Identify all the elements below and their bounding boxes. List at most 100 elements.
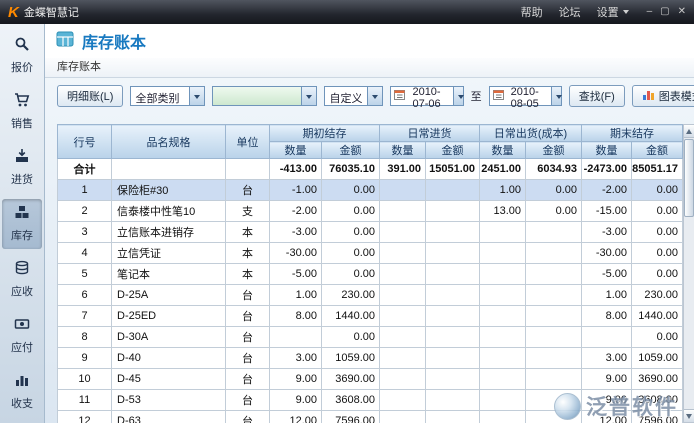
row-no-cell: 9 (58, 348, 112, 369)
row-no-cell: 12 (58, 411, 112, 423)
value-cell (526, 264, 582, 285)
toolbar: 明细账(L) 全部类别 自定义 2010-07-06 (45, 78, 694, 114)
menu-forum[interactable]: 论坛 (559, 4, 581, 20)
value-cell (380, 348, 426, 369)
value-cell (480, 390, 526, 411)
value-cell: -30.00 (582, 243, 632, 264)
chevron-down-icon (453, 87, 462, 105)
close-button[interactable]: ✕ (678, 7, 686, 17)
sidebar-item-label: 应收 (11, 283, 33, 299)
value-cell: 0.00 (526, 180, 582, 201)
table-row[interactable]: 1保险柜#30台-1.000.001.000.00-2.000.00 (58, 180, 683, 201)
value-cell: 7596.00 (322, 411, 380, 423)
value-cell (380, 222, 426, 243)
date-from-picker[interactable]: 2010-07-06 (390, 86, 463, 106)
value-cell (426, 348, 480, 369)
date-to-value: 2010-08-05 (507, 83, 549, 110)
table-row[interactable]: 9D-40台3.001059.003.001059.00 (58, 348, 683, 369)
value-cell: 1059.00 (322, 348, 380, 369)
table-row[interactable]: 12D-63台12.007596.0012.007596.00 (58, 411, 683, 423)
table-row[interactable]: 3立信账本进销存本-3.000.00-3.000.00 (58, 222, 683, 243)
row-no-cell: 3 (58, 222, 112, 243)
header-opening-balance: 期初结存 (270, 125, 380, 142)
maximize-button[interactable]: ▢ (660, 7, 669, 17)
sidebar-item-receivable[interactable]: 应收 (2, 255, 42, 305)
value-cell: 9.00 (582, 390, 632, 411)
date-to-picker[interactable]: 2010-08-05 (489, 86, 562, 106)
value-cell: 0.00 (632, 243, 683, 264)
unit-cell: 本 (226, 222, 270, 243)
page-header: 库存账本 (45, 24, 694, 58)
item-name-cell: 保险柜#30 (112, 180, 226, 201)
income-expense-icon (14, 372, 30, 393)
value-cell (426, 369, 480, 390)
value-cell: 3.00 (270, 348, 322, 369)
sidebar-item-purchase[interactable]: 进货 (2, 143, 42, 193)
unit-cell: 本 (226, 243, 270, 264)
menu-help[interactable]: 帮助 (521, 4, 543, 20)
item-name-cell: D-30A (112, 327, 226, 348)
category-select[interactable]: 全部类别 (130, 86, 205, 106)
table-row[interactable]: 11D-53台9.003608.009.003608.00 (58, 390, 683, 411)
value-cell: 12.00 (270, 411, 322, 423)
scroll-down-icon[interactable] (684, 409, 694, 422)
value-cell (426, 243, 480, 264)
table-row[interactable]: 2信泰楼中性笔10支-2.000.0013.000.00-15.000.00 (58, 201, 683, 222)
scroll-up-icon[interactable] (684, 125, 694, 138)
menu-settings[interactable]: 设置 (597, 4, 629, 20)
item-select[interactable] (212, 86, 317, 106)
sidebar-item-sales[interactable]: 销售 (2, 87, 42, 137)
sidebar-item-inventory[interactable]: 库存 (2, 199, 42, 249)
sidebar-item-quote[interactable]: 报价 (2, 31, 42, 81)
table-row[interactable]: 7D-25ED台8.001440.008.001440.00 (58, 306, 683, 327)
table-row[interactable]: 10D-45台9.003690.009.003690.00 (58, 369, 683, 390)
header-qty: 数量 (582, 142, 632, 159)
value-cell: 0.00 (322, 180, 380, 201)
minimize-button[interactable]: – (647, 7, 653, 17)
vertical-scrollbar[interactable] (683, 124, 694, 423)
chart-mode-button[interactable]: 图表模式 (632, 85, 694, 107)
value-cell: 1440.00 (322, 306, 380, 327)
chevron-down-icon (551, 87, 560, 105)
total-value-cell: -2473.00 (582, 159, 632, 180)
total-label: 合计 (58, 159, 112, 180)
sidebar-item-label: 库存 (11, 227, 33, 243)
table-row[interactable]: 4立信凭证本-30.000.00-30.000.00 (58, 243, 683, 264)
value-cell: 0.00 (322, 264, 380, 285)
detail-ledger-button[interactable]: 明细账(L) (57, 85, 123, 107)
inventory-box-icon (14, 204, 30, 225)
table-row[interactable]: 6D-25A台1.00230.001.00230.00 (58, 285, 683, 306)
value-cell (480, 306, 526, 327)
value-cell (380, 369, 426, 390)
value-cell (526, 369, 582, 390)
sidebar-item-label: 收支 (11, 395, 33, 411)
find-button[interactable]: 查找(F) (569, 85, 625, 107)
value-cell (426, 201, 480, 222)
value-cell: 0.00 (632, 201, 683, 222)
table-row[interactable]: 8D-30A台0.000.00 (58, 327, 683, 348)
header-amount: 金额 (322, 142, 380, 159)
value-cell: -1.00 (270, 180, 322, 201)
date-from-value: 2010-07-06 (408, 83, 450, 110)
calendar-icon (394, 87, 405, 105)
header-item-name: 品名规格 (112, 125, 226, 159)
table-row[interactable]: 5笔记本本-5.000.00-5.000.00 (58, 264, 683, 285)
date-range-select[interactable]: 自定义 (324, 86, 383, 106)
total-value-cell: 391.00 (380, 159, 426, 180)
app-title: 金蝶智慧记 (24, 4, 79, 20)
unit-cell: 台 (226, 306, 270, 327)
sidebar-item-payable[interactable]: 应付 (2, 311, 42, 361)
sidebar-item-income-expense[interactable]: 收支 (2, 367, 42, 417)
window-controls: – ▢ ✕ (647, 7, 686, 17)
scrollbar-thumb[interactable] (684, 139, 694, 217)
value-cell (380, 306, 426, 327)
row-no-cell: 8 (58, 327, 112, 348)
item-name-cell: D-40 (112, 348, 226, 369)
page-title: 库存账本 (82, 29, 146, 53)
header-row-no: 行号 (58, 125, 112, 159)
menu-settings-label: 设置 (597, 4, 619, 20)
value-cell: 1059.00 (632, 348, 683, 369)
row-no-cell: 4 (58, 243, 112, 264)
value-cell (380, 180, 426, 201)
header-daily-purchase: 日常进货 (380, 125, 480, 142)
